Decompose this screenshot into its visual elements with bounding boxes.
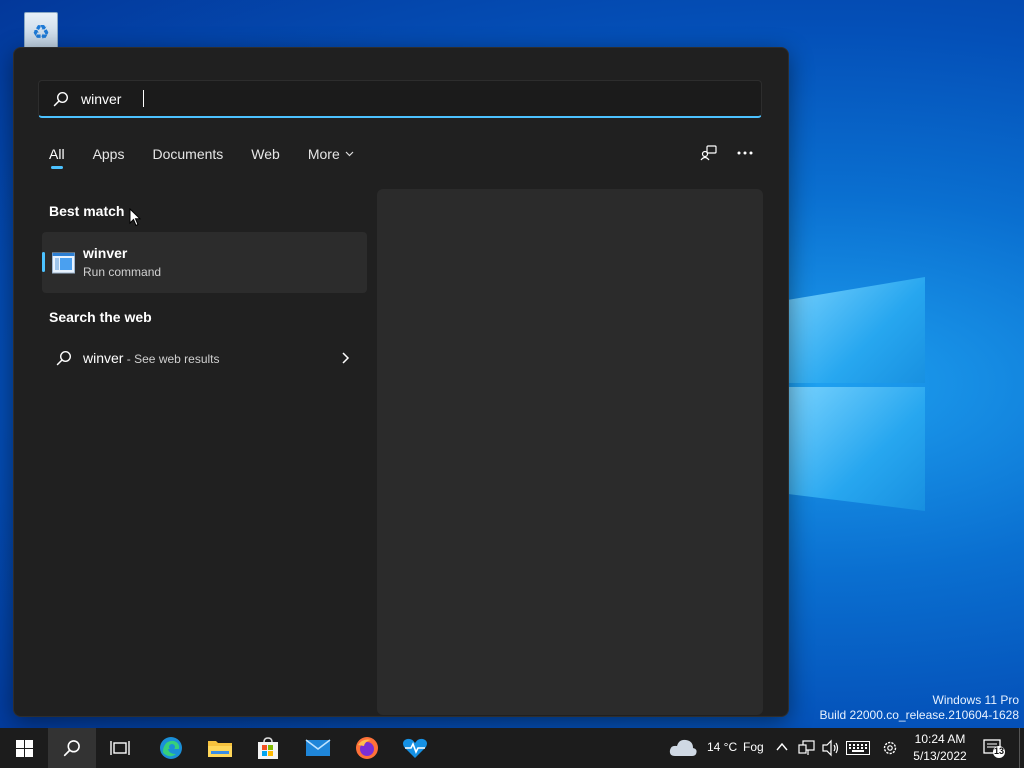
search-icon [63, 740, 80, 757]
web-result-text: winver - See web results [83, 350, 220, 366]
start-button[interactable] [0, 728, 48, 768]
keyboard-icon[interactable] [846, 741, 870, 755]
windows-logo-wallpaper [785, 255, 930, 515]
filter-tabs: All Apps Documents Web More [49, 145, 382, 175]
watermark-edition: Windows 11 Pro [932, 693, 1019, 707]
search-input[interactable] [79, 81, 743, 117]
best-match-type: Run command [83, 265, 162, 279]
mail-taskbar-button[interactable] [294, 728, 342, 768]
tab-more[interactable]: More [308, 145, 354, 169]
more-options-button[interactable] [734, 142, 756, 164]
store-taskbar-button[interactable] [244, 728, 292, 768]
taskbar: 14 °C Fog 10:24 AM 5/13/2022 13 [0, 728, 1024, 768]
search-icon [56, 350, 72, 366]
search-icon [53, 91, 69, 107]
tab-apps[interactable]: Apps [93, 145, 125, 169]
search-panel: All Apps Documents Web More Best match w… [13, 47, 789, 717]
chevron-down-icon [345, 151, 354, 157]
tab-documents-label: Documents [152, 146, 224, 162]
tab-web[interactable]: Web [251, 145, 280, 169]
taskbar-clock[interactable]: 10:24 AM 5/13/2022 [910, 731, 970, 765]
web-result-item[interactable]: winver - See web results [42, 340, 367, 376]
weather-cloud-icon[interactable] [668, 737, 698, 759]
weather-condition[interactable]: Fog [743, 740, 764, 754]
task-view-icon [110, 741, 130, 755]
tab-all-label: All [49, 146, 65, 162]
tab-web-label: Web [251, 146, 280, 162]
windows-watermark: Windows 11 Pro Build 22000.co_release.21… [820, 693, 1020, 723]
text-caret [143, 90, 144, 107]
more-options-icon [737, 151, 753, 155]
notification-count: 13 [993, 746, 1004, 756]
clock-time: 10:24 AM [914, 732, 966, 746]
file-explorer-taskbar-button[interactable] [196, 728, 244, 768]
network-icon[interactable] [798, 739, 816, 757]
tray-chevron-icon[interactable] [776, 742, 788, 752]
share-devices-button[interactable] [698, 142, 720, 164]
health-app-taskbar-button[interactable] [391, 728, 439, 768]
tab-all[interactable]: All [49, 145, 65, 169]
recycle-bin-icon[interactable]: ♻ [20, 8, 60, 52]
weather-temperature[interactable]: 14 °C [707, 740, 737, 754]
best-match-name: winver [83, 245, 128, 261]
search-web-heading: Search the web [49, 309, 152, 325]
volume-icon[interactable] [822, 739, 840, 757]
chevron-right-icon[interactable] [341, 350, 351, 366]
tab-more-label: More [307, 146, 340, 162]
search-box[interactable] [38, 80, 762, 118]
store-icon [258, 737, 278, 759]
edge-taskbar-button[interactable] [147, 728, 195, 768]
best-match-item[interactable]: winver Run command [42, 232, 367, 293]
tab-documents[interactable]: Documents [152, 145, 223, 169]
share-devices-icon [700, 145, 717, 161]
edge-icon [160, 737, 182, 759]
file-explorer-icon [208, 741, 232, 757]
show-desktop-button[interactable] [1019, 728, 1024, 768]
best-match-heading: Best match [49, 203, 125, 219]
web-result-suffix: - See web results [123, 352, 220, 366]
tab-apps-label: Apps [92, 146, 125, 162]
web-result-query: winver [83, 350, 124, 366]
settings-gear-icon[interactable] [881, 739, 899, 757]
mouse-cursor-icon [129, 208, 141, 227]
clock-date: 5/13/2022 [913, 749, 967, 763]
watermark-build: Build 22000.co_release.210604-1628 [819, 708, 1020, 722]
notification-button[interactable]: 13 [983, 738, 1005, 758]
preview-pane [377, 189, 763, 715]
firefox-icon [356, 737, 378, 759]
taskbar-search-button[interactable] [48, 728, 96, 768]
health-icon [403, 738, 427, 758]
firefox-taskbar-button[interactable] [343, 728, 391, 768]
windows-start-icon [15, 739, 33, 757]
task-view-button[interactable] [96, 728, 144, 768]
winver-app-icon [52, 252, 75, 274]
selection-indicator [42, 252, 45, 272]
mail-icon [305, 739, 331, 756]
